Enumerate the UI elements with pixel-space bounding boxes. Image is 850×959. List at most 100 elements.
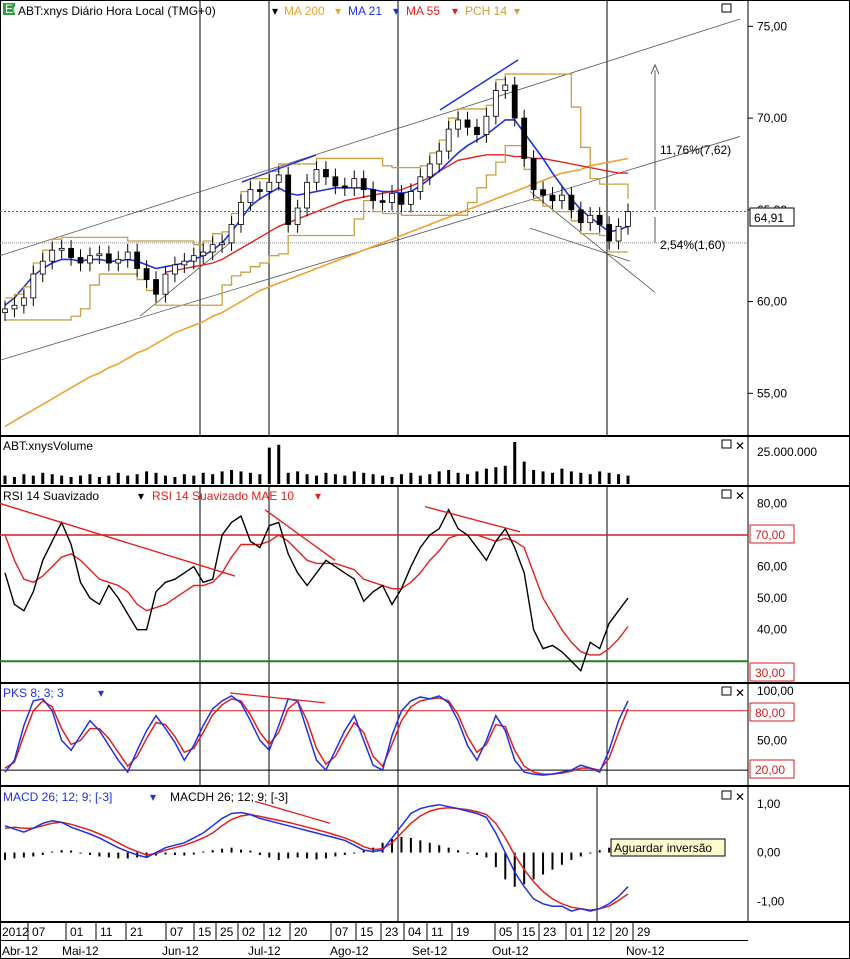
close-macd-icon[interactable]: ✕: [735, 790, 745, 804]
macd-histogram-bar: [211, 850, 214, 853]
candle-body: [247, 189, 254, 203]
candle-body: [275, 174, 282, 183]
macd-histogram-bar: [51, 851, 54, 853]
price-symbol-label[interactable]: ABT:xnys Diário Hora Local (TMG+0): [18, 4, 216, 18]
rsi-level-low-label: 30,00: [755, 666, 785, 680]
volume-bar: [277, 444, 281, 484]
rsi-dropdown-icon[interactable]: ▾: [138, 489, 144, 503]
rsi-ma-dropdown-icon[interactable]: ▾: [315, 489, 321, 503]
macd-dropdown-icon[interactable]: ▾: [150, 790, 156, 804]
volume-bar: [399, 474, 403, 484]
macd-axis-label: 1,00: [757, 797, 781, 811]
macd-histogram-bar: [428, 842, 431, 853]
macd-histogram-bar: [258, 852, 261, 855]
rsi-panel-header: RSI 14 Suavizado ▾ RSI 14 Suavizado MAE …: [3, 489, 745, 503]
macd-histogram-bar: [202, 851, 205, 853]
symbol-dropdown-icon[interactable]: ▾: [272, 4, 278, 18]
candle-body: [341, 185, 348, 189]
rsi-label[interactable]: RSI 14 Suavizado: [3, 489, 99, 503]
macdh-label[interactable]: MACDH 26; 12; 9; [-3]: [170, 790, 288, 804]
volume-bar: [248, 472, 252, 484]
maximize-price-icon[interactable]: [721, 3, 732, 13]
x-axis-label: 01: [570, 925, 584, 939]
candle-body: [332, 176, 339, 187]
candle-body: [492, 90, 499, 117]
volume-bar: [211, 474, 215, 484]
candle-body: [2, 308, 8, 313]
ma55-dropdown-icon[interactable]: ▾: [452, 4, 458, 18]
pks-dropdown-icon[interactable]: ▾: [98, 686, 104, 700]
x-axis-label: 2012: [2, 925, 29, 939]
panel-frame-rsi: [0, 486, 850, 683]
pks-divergence-line: [229, 692, 326, 704]
macd-histogram-bar: [126, 852, 129, 859]
pks-label[interactable]: PKS 8; 3; 3: [3, 686, 64, 700]
candle-body: [407, 191, 414, 205]
candle-body: [294, 207, 301, 225]
maximize-volume-icon[interactable]: [721, 439, 732, 449]
volume-bar: [371, 474, 375, 484]
volume-bar: [503, 465, 507, 484]
volume-bar: [513, 442, 517, 484]
candle-body: [625, 211, 631, 227]
x-axis-label: 02: [242, 925, 256, 939]
volume-bar: [607, 472, 611, 484]
pks-axis-label: 100,00: [757, 684, 794, 698]
volume-bar: [239, 471, 243, 484]
x-axis-month-label: Set-12: [412, 944, 448, 958]
volume-bar: [381, 475, 385, 484]
maximize-pks-icon[interactable]: [721, 686, 732, 696]
candle-body: [68, 247, 74, 258]
candle-body: [162, 273, 169, 295]
macd-histogram-bar: [60, 850, 63, 853]
volume-bar: [145, 471, 149, 484]
macd-histogram-bar: [608, 847, 611, 853]
volume-bar: [230, 470, 234, 484]
last-price-label: 64,91: [754, 211, 784, 225]
ma200-dropdown-icon[interactable]: ▾: [335, 4, 341, 18]
candle-body: [360, 178, 367, 191]
price-panel-header: Eq ABT:xnys Diário Hora Local (TMG+0) ▾ …: [3, 2, 732, 18]
rsi-ma-label[interactable]: RSI 14 Suavizado MAE 10: [152, 489, 294, 503]
candle-body: [464, 119, 471, 128]
candle-body: [49, 249, 56, 262]
volume-bar: [494, 467, 498, 484]
close-rsi-icon[interactable]: ✕: [735, 489, 745, 503]
price-axis-label: 75,00: [757, 19, 787, 33]
candle-body: [134, 251, 141, 269]
candle-body: [58, 247, 65, 251]
volume-panel-header: ABT:xnysVolume ✕ 25.000.000: [3, 439, 817, 459]
down-channel-line: [529, 227, 631, 262]
x-axis-label: 12: [592, 925, 606, 939]
volume-bar: [126, 475, 130, 484]
x-axis-label: 07: [170, 925, 184, 939]
volume-bar: [3, 475, 7, 484]
indicator-ma21-label[interactable]: MA 21: [348, 4, 382, 18]
volume-bar: [532, 470, 536, 484]
macd-histogram-bar: [296, 852, 299, 858]
candle-body: [143, 268, 150, 280]
macd-axis-label: 0,00: [757, 846, 781, 860]
macd-histogram-bar: [353, 852, 356, 854]
indicator-ma200-label[interactable]: MA 200: [284, 4, 325, 18]
candle-body: [559, 194, 565, 202]
indicator-ma55-label[interactable]: MA 55: [406, 4, 440, 18]
close-volume-icon[interactable]: ✕: [735, 439, 745, 453]
volume-bar: [390, 477, 394, 484]
macd-histogram-bar: [249, 850, 252, 853]
candle-body: [483, 115, 490, 136]
volume-bar: [192, 475, 196, 484]
maximize-macd-icon[interactable]: [721, 790, 732, 800]
volume-bar: [41, 472, 45, 484]
close-pks-icon[interactable]: ✕: [735, 686, 745, 700]
macd-histogram-bar: [409, 837, 412, 853]
indicator-pch-label[interactable]: PCH 14: [465, 4, 507, 18]
macd-label[interactable]: MACD 26; 12; 9; [-3]: [3, 790, 112, 804]
volume-bar: [267, 447, 271, 484]
candle-body: [370, 189, 377, 202]
maximize-rsi-icon[interactable]: [721, 489, 732, 499]
volume-label[interactable]: ABT:xnysVolume: [3, 439, 93, 453]
volume-bar: [522, 461, 526, 484]
pch-dropdown-icon[interactable]: ▾: [514, 4, 520, 18]
ma21-dropdown-icon[interactable]: ▾: [393, 4, 399, 18]
